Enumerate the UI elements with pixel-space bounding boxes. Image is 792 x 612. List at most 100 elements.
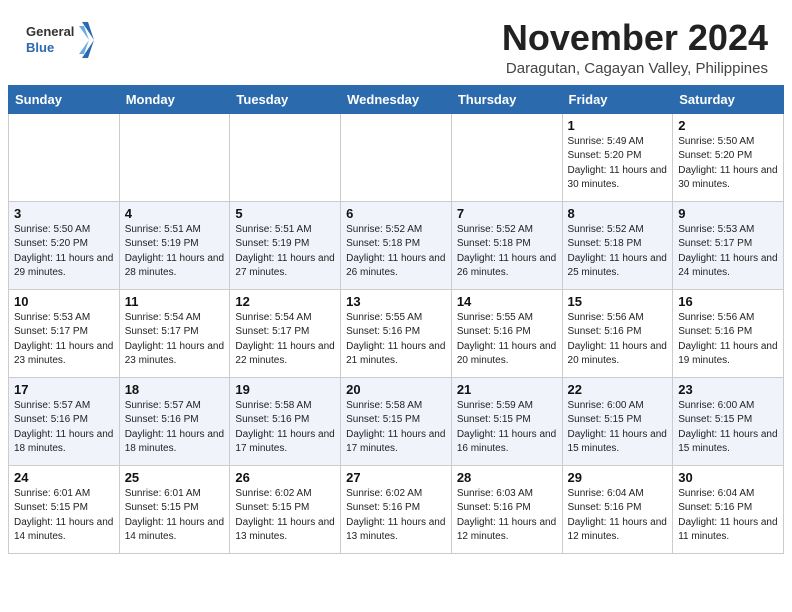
day-info: Sunrise: 5:50 AMSunset: 5:20 PMDaylight:… (678, 135, 778, 193)
calendar-wrap: SundayMondayTuesdayWednesdayThursdayFrid… (0, 85, 792, 562)
day-number: 24 (14, 470, 114, 485)
month-title: November 2024 (502, 18, 768, 58)
weekday-header: Monday (119, 85, 230, 113)
day-number: 15 (568, 294, 668, 309)
calendar-cell: 5 Sunrise: 5:51 AMSunset: 5:19 PMDayligh… (230, 201, 341, 289)
calendar-cell: 8 Sunrise: 5:52 AMSunset: 5:18 PMDayligh… (562, 201, 673, 289)
calendar-cell (230, 113, 341, 201)
day-number: 1 (568, 118, 668, 133)
calendar-cell: 27 Sunrise: 6:02 AMSunset: 5:16 PMDaylig… (341, 465, 452, 553)
day-number: 4 (125, 206, 225, 221)
day-number: 26 (235, 470, 335, 485)
calendar-cell: 7 Sunrise: 5:52 AMSunset: 5:18 PMDayligh… (451, 201, 562, 289)
day-number: 20 (346, 382, 446, 397)
day-info: Sunrise: 6:00 AMSunset: 5:15 PMDaylight:… (678, 399, 778, 457)
title-area: November 2024 Daragutan, Cagayan Valley,… (502, 18, 768, 77)
day-info: Sunrise: 6:02 AMSunset: 5:16 PMDaylight:… (346, 487, 446, 545)
weekday-header: Thursday (451, 85, 562, 113)
day-number: 8 (568, 206, 668, 221)
day-info: Sunrise: 6:01 AMSunset: 5:15 PMDaylight:… (125, 487, 225, 545)
calendar-cell: 20 Sunrise: 5:58 AMSunset: 5:15 PMDaylig… (341, 377, 452, 465)
svg-text:Blue: Blue (26, 40, 54, 55)
day-number: 16 (678, 294, 778, 309)
calendar-cell: 6 Sunrise: 5:52 AMSunset: 5:18 PMDayligh… (341, 201, 452, 289)
calendar-cell: 22 Sunrise: 6:00 AMSunset: 5:15 PMDaylig… (562, 377, 673, 465)
day-number: 27 (346, 470, 446, 485)
logo: General Blue (24, 18, 94, 62)
calendar-body: 1 Sunrise: 5:49 AMSunset: 5:20 PMDayligh… (9, 113, 784, 553)
day-number: 6 (346, 206, 446, 221)
calendar-cell: 14 Sunrise: 5:55 AMSunset: 5:16 PMDaylig… (451, 289, 562, 377)
calendar-cell: 16 Sunrise: 5:56 AMSunset: 5:16 PMDaylig… (673, 289, 784, 377)
day-info: Sunrise: 5:52 AMSunset: 5:18 PMDaylight:… (457, 223, 557, 281)
weekday-header: Friday (562, 85, 673, 113)
day-info: Sunrise: 6:00 AMSunset: 5:15 PMDaylight:… (568, 399, 668, 457)
day-info: Sunrise: 5:54 AMSunset: 5:17 PMDaylight:… (235, 311, 335, 369)
day-info: Sunrise: 5:52 AMSunset: 5:18 PMDaylight:… (568, 223, 668, 281)
day-number: 28 (457, 470, 557, 485)
day-number: 2 (678, 118, 778, 133)
day-number: 10 (14, 294, 114, 309)
day-info: Sunrise: 5:51 AMSunset: 5:19 PMDaylight:… (125, 223, 225, 281)
day-info: Sunrise: 5:52 AMSunset: 5:18 PMDaylight:… (346, 223, 446, 281)
weekday-header: Wednesday (341, 85, 452, 113)
day-number: 25 (125, 470, 225, 485)
day-info: Sunrise: 5:55 AMSunset: 5:16 PMDaylight:… (346, 311, 446, 369)
day-number: 22 (568, 382, 668, 397)
day-info: Sunrise: 6:02 AMSunset: 5:15 PMDaylight:… (235, 487, 335, 545)
day-info: Sunrise: 6:01 AMSunset: 5:15 PMDaylight:… (14, 487, 114, 545)
calendar-table: SundayMondayTuesdayWednesdayThursdayFrid… (8, 85, 784, 554)
day-info: Sunrise: 6:04 AMSunset: 5:16 PMDaylight:… (678, 487, 778, 545)
day-info: Sunrise: 5:56 AMSunset: 5:16 PMDaylight:… (568, 311, 668, 369)
weekday-header: Sunday (9, 85, 120, 113)
svg-text:General: General (26, 24, 74, 39)
day-info: Sunrise: 5:57 AMSunset: 5:16 PMDaylight:… (125, 399, 225, 457)
calendar-cell: 10 Sunrise: 5:53 AMSunset: 5:17 PMDaylig… (9, 289, 120, 377)
calendar-cell: 11 Sunrise: 5:54 AMSunset: 5:17 PMDaylig… (119, 289, 230, 377)
calendar-cell (451, 113, 562, 201)
calendar-cell (9, 113, 120, 201)
day-info: Sunrise: 5:55 AMSunset: 5:16 PMDaylight:… (457, 311, 557, 369)
day-info: Sunrise: 5:58 AMSunset: 5:15 PMDaylight:… (346, 399, 446, 457)
logo-svg: General Blue (24, 18, 94, 62)
calendar-cell: 18 Sunrise: 5:57 AMSunset: 5:16 PMDaylig… (119, 377, 230, 465)
calendar-header: SundayMondayTuesdayWednesdayThursdayFrid… (9, 85, 784, 113)
day-info: Sunrise: 5:54 AMSunset: 5:17 PMDaylight:… (125, 311, 225, 369)
weekday-header: Saturday (673, 85, 784, 113)
calendar-cell: 19 Sunrise: 5:58 AMSunset: 5:16 PMDaylig… (230, 377, 341, 465)
day-number: 29 (568, 470, 668, 485)
day-number: 23 (678, 382, 778, 397)
day-number: 5 (235, 206, 335, 221)
day-info: Sunrise: 5:51 AMSunset: 5:19 PMDaylight:… (235, 223, 335, 281)
day-number: 18 (125, 382, 225, 397)
calendar-week-row: 1 Sunrise: 5:49 AMSunset: 5:20 PMDayligh… (9, 113, 784, 201)
day-number: 30 (678, 470, 778, 485)
calendar-cell: 12 Sunrise: 5:54 AMSunset: 5:17 PMDaylig… (230, 289, 341, 377)
day-info: Sunrise: 5:57 AMSunset: 5:16 PMDaylight:… (14, 399, 114, 457)
day-info: Sunrise: 5:58 AMSunset: 5:16 PMDaylight:… (235, 399, 335, 457)
day-info: Sunrise: 5:56 AMSunset: 5:16 PMDaylight:… (678, 311, 778, 369)
day-info: Sunrise: 5:53 AMSunset: 5:17 PMDaylight:… (14, 311, 114, 369)
day-number: 11 (125, 294, 225, 309)
day-number: 12 (235, 294, 335, 309)
calendar-cell: 3 Sunrise: 5:50 AMSunset: 5:20 PMDayligh… (9, 201, 120, 289)
day-number: 21 (457, 382, 557, 397)
calendar-week-row: 10 Sunrise: 5:53 AMSunset: 5:17 PMDaylig… (9, 289, 784, 377)
calendar-week-row: 17 Sunrise: 5:57 AMSunset: 5:16 PMDaylig… (9, 377, 784, 465)
calendar-cell: 24 Sunrise: 6:01 AMSunset: 5:15 PMDaylig… (9, 465, 120, 553)
day-info: Sunrise: 5:59 AMSunset: 5:15 PMDaylight:… (457, 399, 557, 457)
calendar-cell: 2 Sunrise: 5:50 AMSunset: 5:20 PMDayligh… (673, 113, 784, 201)
calendar-cell: 15 Sunrise: 5:56 AMSunset: 5:16 PMDaylig… (562, 289, 673, 377)
day-info: Sunrise: 5:50 AMSunset: 5:20 PMDaylight:… (14, 223, 114, 281)
day-number: 13 (346, 294, 446, 309)
calendar-cell: 28 Sunrise: 6:03 AMSunset: 5:16 PMDaylig… (451, 465, 562, 553)
calendar-cell: 30 Sunrise: 6:04 AMSunset: 5:16 PMDaylig… (673, 465, 784, 553)
day-number: 7 (457, 206, 557, 221)
weekday-header: Tuesday (230, 85, 341, 113)
header-row: SundayMondayTuesdayWednesdayThursdayFrid… (9, 85, 784, 113)
day-number: 9 (678, 206, 778, 221)
day-info: Sunrise: 6:04 AMSunset: 5:16 PMDaylight:… (568, 487, 668, 545)
calendar-cell: 13 Sunrise: 5:55 AMSunset: 5:16 PMDaylig… (341, 289, 452, 377)
calendar-cell (119, 113, 230, 201)
day-info: Sunrise: 5:49 AMSunset: 5:20 PMDaylight:… (568, 135, 668, 193)
